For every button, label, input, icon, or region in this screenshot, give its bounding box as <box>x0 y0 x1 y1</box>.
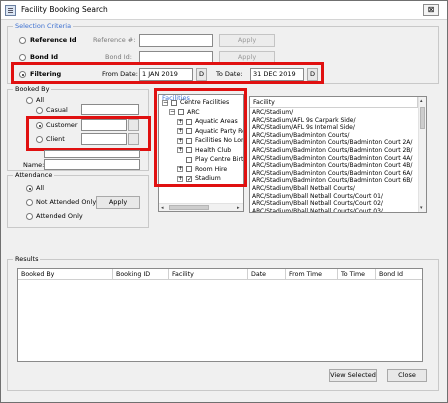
name-input[interactable] <box>44 159 140 170</box>
selection-criteria-title: Selection Criteria <box>13 22 74 30</box>
attendance-title: Attendance <box>13 171 55 179</box>
facility-list-scrollbar[interactable]: ▴ ▾ <box>418 97 426 212</box>
booked-by-all-label: All <box>36 96 45 104</box>
close-window-button[interactable]: ⊠ <box>423 4 439 16</box>
facility-list[interactable]: Facility ARC/Stadium/ARC/Stadium/AFL 9s … <box>249 96 427 213</box>
not-attended-label: Not Attended Only <box>36 198 97 206</box>
results-column-header[interactable]: Booking ID <box>113 269 169 280</box>
close-button[interactable]: Close <box>387 369 427 382</box>
results-column-header[interactable]: Date <box>248 269 286 280</box>
view-selected-button[interactable]: View Selected <box>329 369 377 382</box>
reference-number-input[interactable] <box>139 34 213 47</box>
results-column-header[interactable]: Facility <box>169 269 248 280</box>
casual-label: Casual <box>46 106 68 114</box>
facility-list-scroll-thumb[interactable] <box>420 107 425 129</box>
bond-id-field-label: Bond Id: <box>105 53 132 61</box>
scroll-right-arrow-icon[interactable]: ▸ <box>237 205 240 211</box>
results-column-header[interactable]: Bond Id <box>376 269 422 280</box>
attendance-all-label: All <box>36 184 45 192</box>
customer-client-highlight <box>26 116 151 151</box>
window-title: Facility Booking Search <box>21 5 108 14</box>
results-column-header[interactable]: To Time <box>338 269 376 280</box>
casual-radio[interactable] <box>36 107 43 114</box>
attendance-apply-button[interactable]: Apply <box>96 196 140 209</box>
results-column-header[interactable]: From Time <box>286 269 338 280</box>
reference-id-radio[interactable] <box>19 37 26 44</box>
attendance-all-radio[interactable] <box>26 185 33 192</box>
app-icon <box>5 5 16 16</box>
facility-column-header[interactable]: Facility <box>250 97 418 108</box>
booked-by-title: Booked By <box>13 85 52 93</box>
results-table[interactable]: Booked By Booking ID Facility Date From Time… <box>17 268 423 362</box>
attended-label: Attended Only <box>36 212 83 220</box>
reference-id-label: Reference Id <box>30 36 77 44</box>
bond-id-label: Bond Id <box>30 53 59 61</box>
results-title: Results <box>13 255 41 263</box>
facility-booking-search-window: Facility Booking Search ⊠ Selection Crit… <box>0 0 448 403</box>
scroll-left-arrow-icon[interactable]: ◂ <box>161 205 164 211</box>
not-attended-radio[interactable] <box>26 199 33 206</box>
tree-horizontal-scrollbar[interactable]: ◂ ▸ <box>159 203 243 211</box>
extra-input[interactable] <box>44 150 140 158</box>
bond-id-radio[interactable] <box>19 54 26 61</box>
scroll-up-arrow-icon[interactable]: ▴ <box>420 98 423 104</box>
reference-number-label: Reference #: <box>93 36 136 44</box>
name-label: Name: <box>23 161 45 169</box>
reference-apply-button[interactable]: Apply <box>219 34 275 47</box>
title-bar: Facility Booking Search ⊠ <box>1 1 447 20</box>
scroll-down-arrow-icon[interactable]: ▾ <box>420 205 423 211</box>
facilities-highlight <box>154 88 247 187</box>
casual-input[interactable] <box>81 104 139 115</box>
filtering-highlight <box>11 62 324 84</box>
results-column-header[interactable]: Booked By <box>18 269 113 280</box>
booked-by-all-radio[interactable] <box>26 97 33 104</box>
attended-radio[interactable] <box>26 213 33 220</box>
facility-list-item[interactable]: ARC/Stadium/Bball Netball Courts/Court 0… <box>252 208 383 212</box>
tree-scroll-thumb[interactable] <box>169 205 209 210</box>
